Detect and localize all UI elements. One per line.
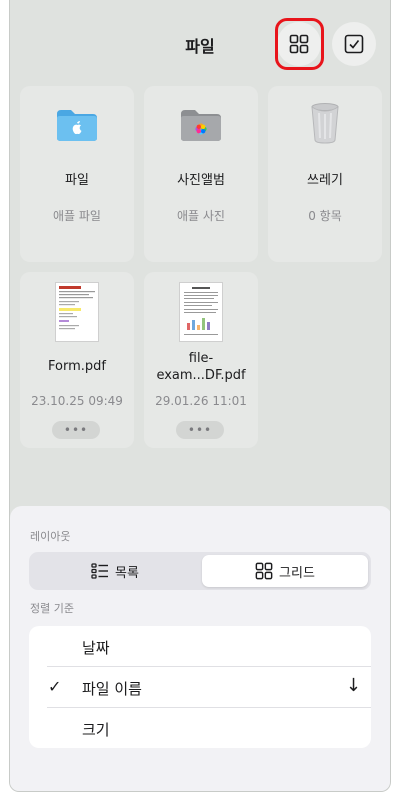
item-name-line2: exam...DF.pdf <box>156 368 246 383</box>
sort-option-date[interactable]: 날짜 <box>29 626 371 666</box>
item-name: 파일 <box>65 173 89 188</box>
highlight-box <box>275 18 324 70</box>
layout-option-list[interactable]: 목록 <box>32 555 198 587</box>
files-screen: 파일 파일 애플 파일 사진앨범 애플 사진 쓰레기 0 항목 Form.pdf… <box>9 0 391 792</box>
layout-segmented-control: 목록 그리드 <box>29 552 371 590</box>
sort-option-filename[interactable]: ✓ 파일 이름 ↓ <box>29 667 371 707</box>
gray-folder-photos-icon <box>181 110 221 141</box>
checkmark-icon: ✓ <box>48 677 62 696</box>
item-name: Form.pdf <box>48 359 106 374</box>
sort-option-label: 크기 <box>82 721 110 739</box>
layout-section-label: 레이아웃 <box>30 530 71 543</box>
layout-option-label: 목록 <box>115 565 139 581</box>
sort-option-size[interactable]: 크기 <box>29 708 371 748</box>
sort-section-label: 정렬 기준 <box>30 602 74 615</box>
checkbox-icon <box>344 34 364 54</box>
pdf-thumbnail <box>179 282 223 342</box>
trash-icon <box>311 103 339 144</box>
item-name: file- exam...DF.pdf <box>144 350 258 384</box>
sort-option-label: 날짜 <box>82 639 110 657</box>
sort-options-list: 날짜 ✓ 파일 이름 ↓ 크기 <box>29 626 371 748</box>
folder-card-files[interactable]: 파일 애플 파일 <box>20 86 134 262</box>
item-subtitle: 0 항목 <box>308 209 342 223</box>
pdf-thumbnail <box>55 282 99 342</box>
view-options-sheet: 레이아웃 목록 그리드 정렬 기준 날짜 ✓ 파일 이름 ↓ 크기 <box>10 506 390 791</box>
item-name-line1: file- <box>188 351 214 366</box>
file-card-form-pdf[interactable]: Form.pdf 23.10.25 09:49 ••• <box>20 272 134 448</box>
item-subtitle: 애플 사진 <box>177 209 225 223</box>
layout-option-grid[interactable]: 그리드 <box>202 555 368 587</box>
sort-option-label: 파일 이름 <box>82 680 142 698</box>
folder-card-trash[interactable]: 쓰레기 0 항목 <box>268 86 382 262</box>
item-subtitle: 29.01.26 11:01 <box>155 394 247 408</box>
folder-card-photos[interactable]: 사진앨범 애플 사진 <box>144 86 258 262</box>
item-subtitle: 23.10.25 09:49 <box>31 394 123 408</box>
more-button[interactable]: ••• <box>52 421 100 439</box>
item-name: 사진앨범 <box>177 173 225 188</box>
file-card-example-pdf[interactable]: file- exam...DF.pdf 29.01.26 11:01 ••• <box>144 272 258 448</box>
more-button[interactable]: ••• <box>176 421 224 439</box>
item-name: 쓰레기 <box>307 173 343 188</box>
grid-icon <box>255 562 273 580</box>
arrow-down-icon[interactable]: ↓ <box>346 675 361 696</box>
select-button[interactable] <box>332 22 376 66</box>
item-subtitle: 애플 파일 <box>53 209 101 223</box>
blue-folder-apple-icon <box>57 110 97 141</box>
layout-option-label: 그리드 <box>279 565 315 581</box>
list-icon <box>91 563 109 579</box>
